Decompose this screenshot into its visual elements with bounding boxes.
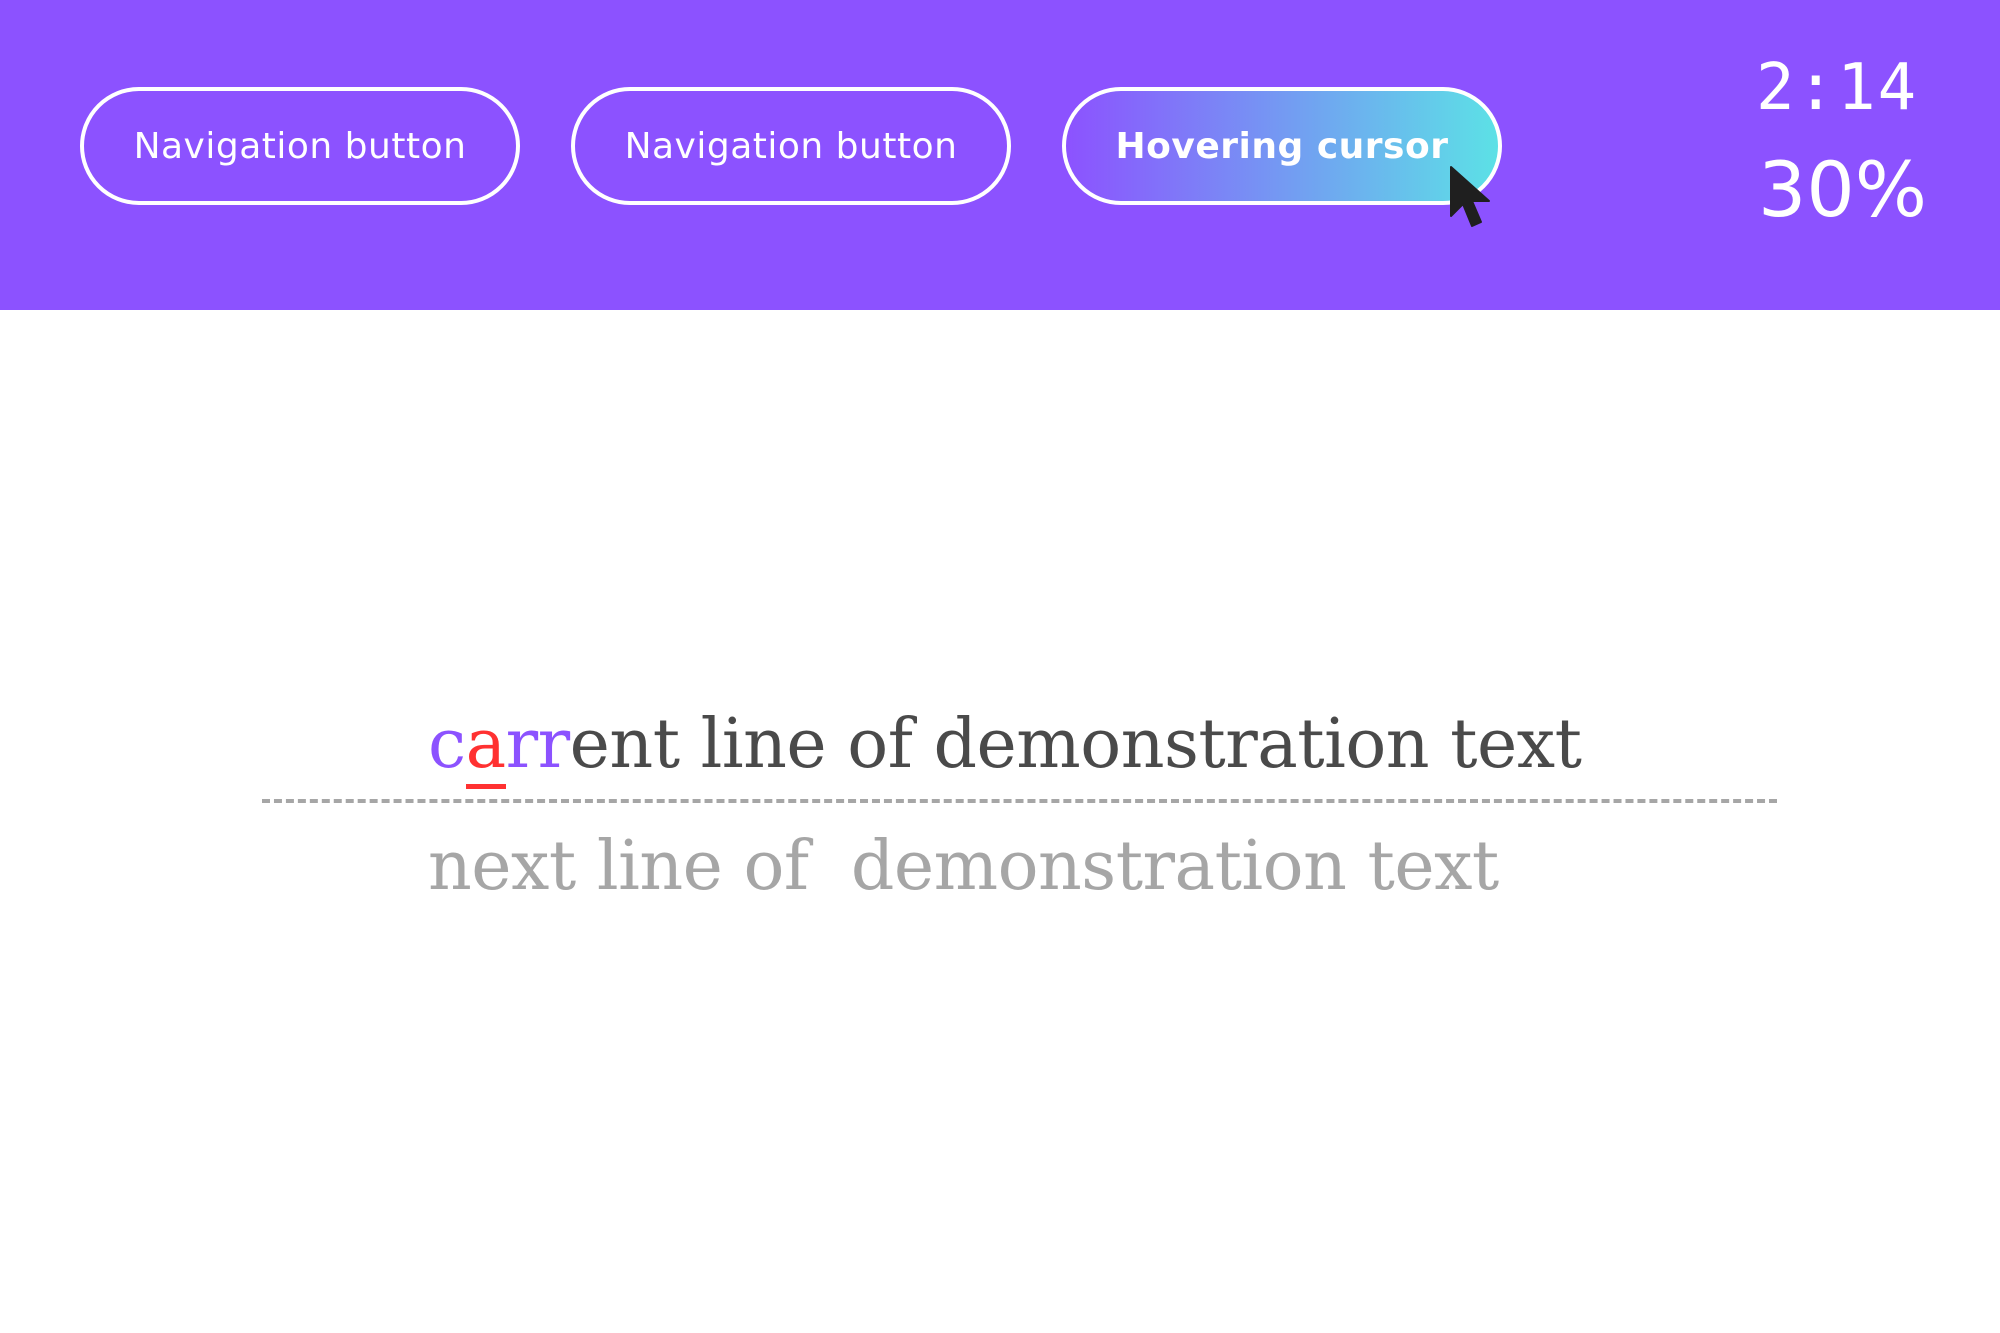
next-text-line: next line of demonstration text <box>428 827 1499 906</box>
remaining-text: ent line of demonstration text <box>569 705 1582 784</box>
typed-correct-text: rr <box>505 705 571 784</box>
typing-error-character: a <box>465 705 506 789</box>
timer: 2:14 <box>1756 51 1919 125</box>
mouse-pointer-icon <box>1450 166 1490 227</box>
typed-correct-text: c <box>428 705 466 784</box>
line-divider <box>262 799 1777 803</box>
navigation-button-2[interactable]: Navigation button <box>571 87 1011 205</box>
progress-percentage: 30% <box>1758 145 1927 234</box>
top-bar: Navigation button Navigation button Hove… <box>0 0 2000 310</box>
navigation-button-1[interactable]: Navigation button <box>80 87 520 205</box>
current-text-line: carrent line of demonstration text <box>428 700 1582 790</box>
navigation-button-3-hovered[interactable]: Hovering cursor <box>1062 87 1502 205</box>
